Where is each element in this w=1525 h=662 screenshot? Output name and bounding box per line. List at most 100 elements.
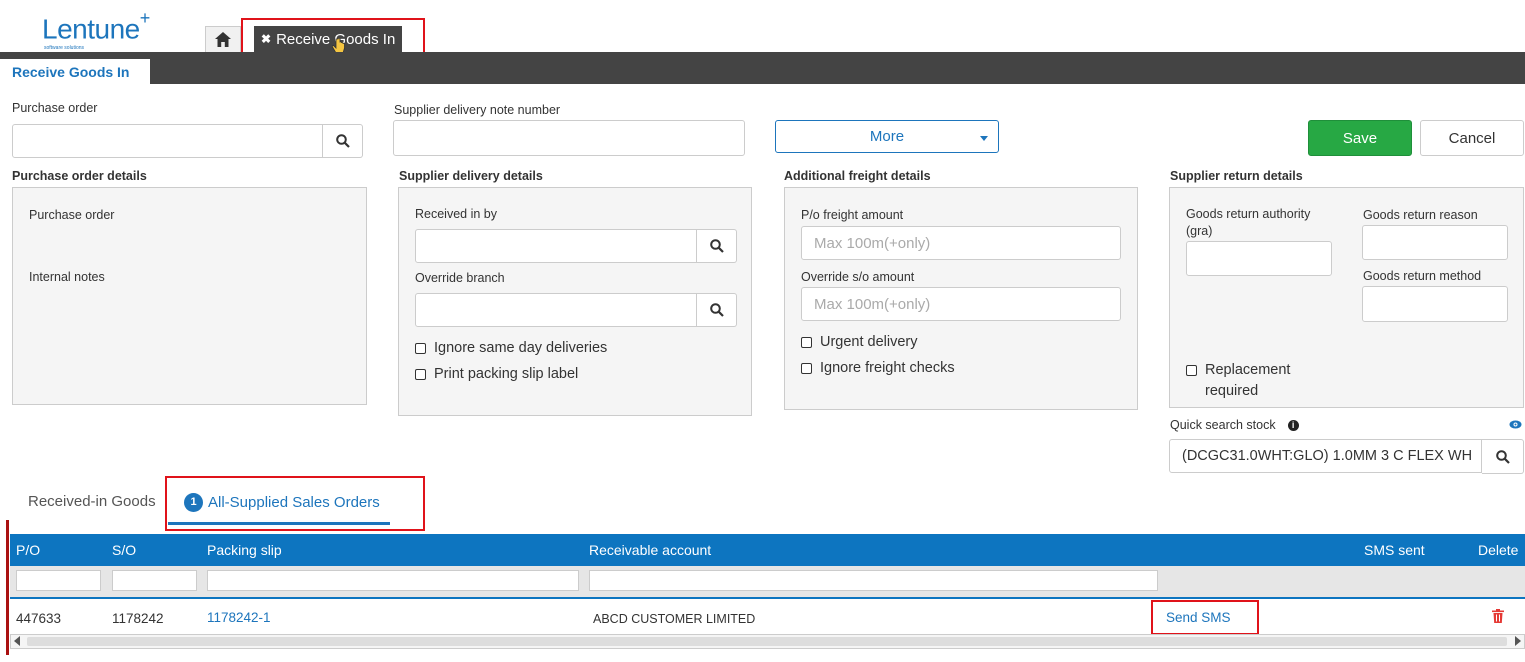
table-row: 447633 1178242 1178242-1 ABCD CUSTOMER L… [10, 597, 1525, 635]
replacement-required-label: Replacement required [1205, 362, 1291, 399]
search-icon [709, 303, 724, 317]
page-tab-receive-goods-in[interactable]: Receive Goods In [0, 59, 150, 84]
cell-so: 1178242 [112, 611, 164, 626]
cell-po: 447633 [16, 611, 62, 626]
ignore-freight-checkbox[interactable]: Ignore freight checks [801, 360, 955, 376]
freight-title: Additional freight details [784, 169, 931, 183]
close-icon[interactable]: ✖ [261, 32, 271, 46]
count-badge: 1 [184, 492, 203, 512]
col-sms-sent[interactable]: SMS sent [1364, 542, 1425, 558]
po-freight-label: P/o freight amount [801, 208, 904, 222]
home-tab[interactable] [205, 26, 241, 52]
search-icon [1495, 449, 1510, 464]
tab-receive-goods-in[interactable]: ✖ Receive Goods In [254, 26, 402, 52]
lentune-logo: Lentune+ software solutions [42, 6, 150, 51]
checkbox-box[interactable] [415, 368, 426, 380]
purchase-order-input[interactable] [12, 124, 323, 158]
col-packing-slip[interactable]: Packing slip [207, 542, 282, 558]
print-packing-slip-checkbox[interactable]: Print packing slip label [415, 366, 578, 382]
freight-panel: P/o freight amount Max 100m(+only) Overr… [784, 187, 1138, 410]
override-branch-label: Override branch [415, 271, 505, 285]
filter-so-input[interactable] [112, 570, 197, 591]
quick-search-label: Quick search stock [1170, 418, 1276, 432]
purchase-order-group [12, 124, 363, 158]
checkbox-box[interactable] [1186, 365, 1197, 376]
scroll-right-arrow-icon[interactable] [1515, 636, 1521, 646]
checkbox-box[interactable] [801, 336, 812, 348]
all-supplied-label: All-Supplied Sales Orders [208, 493, 380, 511]
po-details-purchase-order-label: Purchase order [29, 208, 115, 222]
ignore-same-day-checkbox[interactable]: Ignore same day deliveries [415, 340, 607, 356]
quick-search-label-row: Quick search stock i [1170, 418, 1299, 432]
received-in-by-input[interactable] [415, 229, 697, 263]
print-packing-slip-label: Print packing slip label [434, 366, 579, 382]
more-label: More [869, 128, 905, 145]
col-so[interactable]: S/O [112, 542, 136, 558]
scroll-left-arrow-icon[interactable] [14, 636, 20, 646]
gra-input[interactable] [1186, 241, 1332, 276]
gra-label: Goods return authority (gra) [1186, 207, 1311, 238]
received-in-by-search-button[interactable] [697, 229, 737, 263]
supplier-delivery-title: Supplier delivery details [399, 169, 543, 183]
po-details-panel: Purchase order Internal notes [12, 187, 367, 405]
filter-receivable-account-input[interactable] [589, 570, 1158, 591]
left-marker [6, 520, 9, 655]
ignore-freight-label: Ignore freight checks [820, 360, 955, 376]
filter-packing-slip-input[interactable] [207, 570, 579, 591]
po-freight-input[interactable]: Max 100m(+only) [801, 226, 1121, 260]
goods-return-method-input[interactable] [1362, 286, 1508, 322]
checkbox-box[interactable] [801, 362, 812, 374]
supplier-return-title: Supplier return details [1170, 169, 1303, 183]
highlight-send-sms [1151, 600, 1259, 635]
logo-text: Lentune [42, 13, 140, 45]
quick-search-button[interactable] [1482, 439, 1524, 474]
logo-subtitle: software solutions [44, 45, 85, 52]
cancel-button[interactable]: Cancel [1420, 120, 1524, 156]
col-receivable-account[interactable]: Receivable account [589, 542, 711, 558]
quick-search-group: (DCGC31.0WHT:GLO) 1.0MM 3 C FLEX WH [1169, 439, 1524, 474]
urgent-delivery-checkbox[interactable]: Urgent delivery [801, 334, 918, 350]
tab-all-supplied-sales-orders[interactable]: 1 All-Supplied Sales Orders [168, 482, 390, 525]
ignore-same-day-label: Ignore same day deliveries [434, 340, 608, 356]
trash-icon[interactable] [1492, 609, 1504, 623]
checkbox-box[interactable] [415, 342, 426, 354]
override-branch-group [415, 293, 737, 327]
po-details-title: Purchase order details [12, 169, 147, 183]
urgent-delivery-label: Urgent delivery [820, 334, 918, 350]
search-icon [335, 134, 350, 148]
info-icon[interactable]: i [1287, 419, 1299, 431]
col-delete[interactable]: Delete [1478, 542, 1518, 558]
purchase-order-search-button[interactable] [323, 124, 363, 158]
override-branch-input[interactable] [415, 293, 697, 327]
override-so-label: Override s/o amount [801, 270, 915, 284]
save-button[interactable]: Save [1308, 120, 1412, 156]
replacement-required-checkbox[interactable]: Replacement required [1186, 360, 1306, 402]
cell-packing-slip-link[interactable]: 1178242-1 [207, 610, 271, 625]
col-po[interactable]: P/O [16, 542, 40, 558]
received-in-by-label: Received in by [415, 207, 497, 221]
supplier-delivery-panel: Received in by Override branch Ignore sa… [398, 187, 752, 416]
more-dropdown-button[interactable]: More [775, 120, 999, 153]
filter-row [10, 566, 1525, 597]
supplier-delivery-note-label: Supplier delivery note number [394, 103, 561, 117]
horizontal-scrollbar[interactable] [10, 634, 1525, 649]
home-icon [215, 32, 231, 47]
cell-receivable-account: ABCD CUSTOMER LIMITED [593, 612, 756, 626]
override-so-input[interactable]: Max 100m(+only) [801, 287, 1121, 321]
scrollbar-thumb[interactable] [27, 637, 1507, 646]
received-in-by-group [415, 229, 737, 263]
override-branch-search-button[interactable] [697, 293, 737, 327]
page-tab-bar [0, 52, 1525, 84]
goods-return-reason-label: Goods return reason [1363, 208, 1478, 222]
goods-return-reason-input[interactable] [1362, 225, 1508, 260]
supplier-return-panel: Goods return authority (gra) Goods retur… [1169, 187, 1524, 408]
quick-search-input[interactable]: (DCGC31.0WHT:GLO) 1.0MM 3 C FLEX WH [1169, 439, 1482, 473]
eye-icon[interactable] [1509, 420, 1522, 429]
filter-po-input[interactable] [16, 570, 101, 591]
tab-received-in-goods[interactable]: Received-in Goods [28, 493, 156, 510]
logo-plus: + [139, 8, 151, 28]
caret-down-icon [980, 136, 988, 141]
table-header: P/O S/O Packing slip Receivable account … [10, 534, 1525, 566]
search-icon [709, 239, 724, 253]
supplier-delivery-note-input[interactable] [393, 120, 745, 156]
